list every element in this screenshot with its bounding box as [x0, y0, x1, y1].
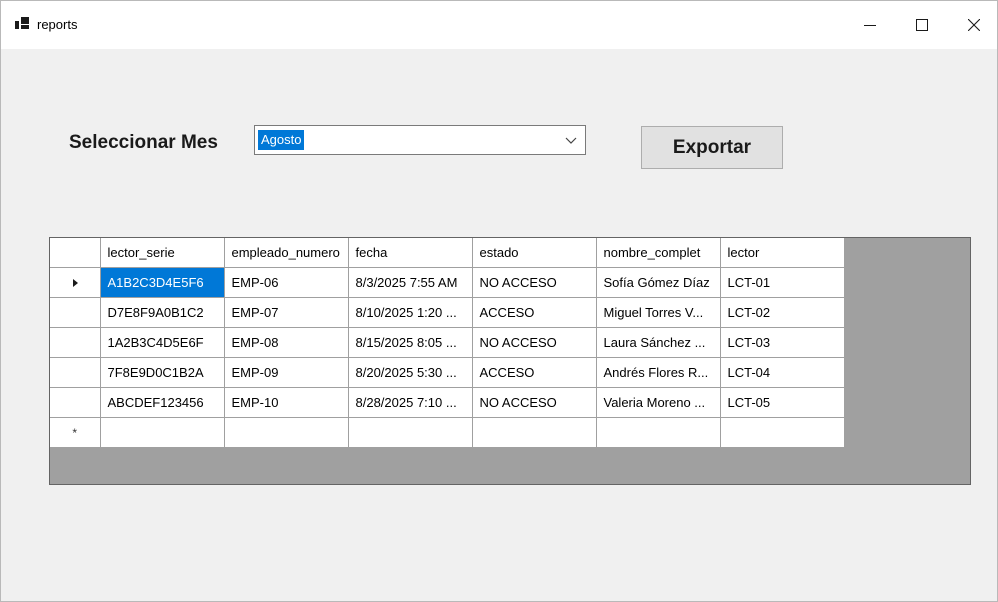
table-cell[interactable]: NO ACCESO — [471, 266, 597, 298]
table-cell[interactable]: Miguel Torres V... — [595, 296, 721, 328]
table-row[interactable]: A1B2C3D4E5F6 EMP-06 8/3/2025 7:55 AM NO … — [50, 266, 845, 298]
table-cell[interactable]: EMP-07 — [223, 296, 349, 328]
table-cell[interactable]: Sofía Gómez Díaz — [595, 266, 721, 298]
row-header[interactable] — [50, 266, 101, 298]
table-cell[interactable]: NO ACCESO — [471, 326, 597, 358]
table-cell[interactable]: LCT-04 — [719, 356, 845, 388]
table-cell[interactable] — [99, 416, 225, 448]
month-label: Seleccionar Mes — [69, 132, 218, 153]
table-row[interactable]: D7E8F9A0B1C2 EMP-07 8/10/2025 1:20 ... A… — [50, 296, 845, 328]
table-cell[interactable]: A1B2C3D4E5F6 — [99, 266, 225, 298]
row-header-corner[interactable] — [50, 238, 101, 268]
export-button[interactable]: Exportar — [641, 126, 783, 169]
close-button[interactable] — [951, 1, 997, 49]
table-cell[interactable]: 1A2B3C4D5E6F — [99, 326, 225, 358]
table-cell[interactable]: 8/3/2025 7:55 AM — [347, 266, 473, 298]
header-row: lector_serie empleado_numero fecha estad… — [50, 238, 845, 268]
table-cell[interactable] — [471, 416, 597, 448]
table-cell[interactable]: EMP-06 — [223, 266, 349, 298]
row-header[interactable] — [50, 386, 101, 418]
reports-window: reports Seleccionar Mes Agosto Exportar — [0, 0, 998, 602]
table-row[interactable]: 7F8E9D0C1B2A EMP-09 8/20/2025 5:30 ... A… — [50, 356, 845, 388]
table-row[interactable]: 1A2B3C4D5E6F EMP-08 8/15/2025 8:05 ... N… — [50, 326, 845, 358]
window-title: reports — [37, 17, 78, 32]
table-cell[interactable]: 8/28/2025 7:10 ... — [347, 386, 473, 418]
table-cell[interactable]: D7E8F9A0B1C2 — [99, 296, 225, 328]
table-cell[interactable]: Andrés Flores R... — [595, 356, 721, 388]
row-header[interactable] — [50, 326, 101, 358]
maximize-icon — [916, 19, 928, 31]
table-cell[interactable]: 8/20/2025 5:30 ... — [347, 356, 473, 388]
table-cell[interactable]: ABCDEF123456 — [99, 386, 225, 418]
table-cell[interactable] — [347, 416, 473, 448]
table-cell[interactable]: EMP-09 — [223, 356, 349, 388]
table-cell[interactable] — [595, 416, 721, 448]
table-cell[interactable]: LCT-02 — [719, 296, 845, 328]
chevron-down-icon[interactable] — [565, 135, 577, 145]
close-icon — [968, 19, 980, 31]
maximize-button[interactable] — [899, 1, 945, 49]
table-cell[interactable]: ACCESO — [471, 296, 597, 328]
reports-table: lector_serie empleado_numero fecha estad… — [50, 238, 845, 448]
table-cell[interactable]: Laura Sánchez ... — [595, 326, 721, 358]
reports-datagrid[interactable]: lector_serie empleado_numero fecha estad… — [49, 237, 971, 485]
app-icon — [15, 17, 29, 29]
row-header[interactable]: * — [50, 416, 101, 448]
table-cell[interactable]: 8/15/2025 8:05 ... — [347, 326, 473, 358]
new-row[interactable]: * — [50, 416, 845, 448]
table-cell[interactable]: LCT-03 — [719, 326, 845, 358]
minimize-icon — [864, 25, 876, 26]
month-selected-value: Agosto — [258, 130, 305, 150]
row-header[interactable] — [50, 356, 101, 388]
table-cell[interactable]: 7F8E9D0C1B2A — [99, 356, 225, 388]
column-header-estado[interactable]: estado — [471, 238, 597, 268]
table-cell[interactable]: EMP-10 — [223, 386, 349, 418]
month-combobox[interactable]: Agosto — [254, 125, 586, 155]
table-cell[interactable]: LCT-05 — [719, 386, 845, 418]
new-row-indicator: * — [72, 425, 78, 440]
table-cell[interactable]: EMP-08 — [223, 326, 349, 358]
current-row-indicator-icon — [73, 278, 79, 287]
table-cell[interactable]: NO ACCESO — [471, 386, 597, 418]
table-cell[interactable]: 8/10/2025 1:20 ... — [347, 296, 473, 328]
table-cell[interactable]: ACCESO — [471, 356, 597, 388]
table-cell[interactable]: Valeria Moreno ... — [595, 386, 721, 418]
minimize-button[interactable] — [847, 1, 893, 49]
column-header-empleado-numero[interactable]: empleado_numero — [223, 238, 349, 268]
row-header[interactable] — [50, 296, 101, 328]
column-header-fecha[interactable]: fecha — [347, 238, 473, 268]
title-bar[interactable]: reports — [1, 1, 997, 49]
column-header-lector-serie[interactable]: lector_serie — [99, 238, 225, 268]
column-header-lector[interactable]: lector — [719, 238, 845, 268]
table-row[interactable]: ABCDEF123456 EMP-10 8/28/2025 7:10 ... N… — [50, 386, 845, 418]
column-header-nombre-completo[interactable]: nombre_complet — [595, 238, 721, 268]
table-cell[interactable]: LCT-01 — [719, 266, 845, 298]
table-cell[interactable] — [223, 416, 349, 448]
table-cell[interactable] — [719, 416, 845, 448]
